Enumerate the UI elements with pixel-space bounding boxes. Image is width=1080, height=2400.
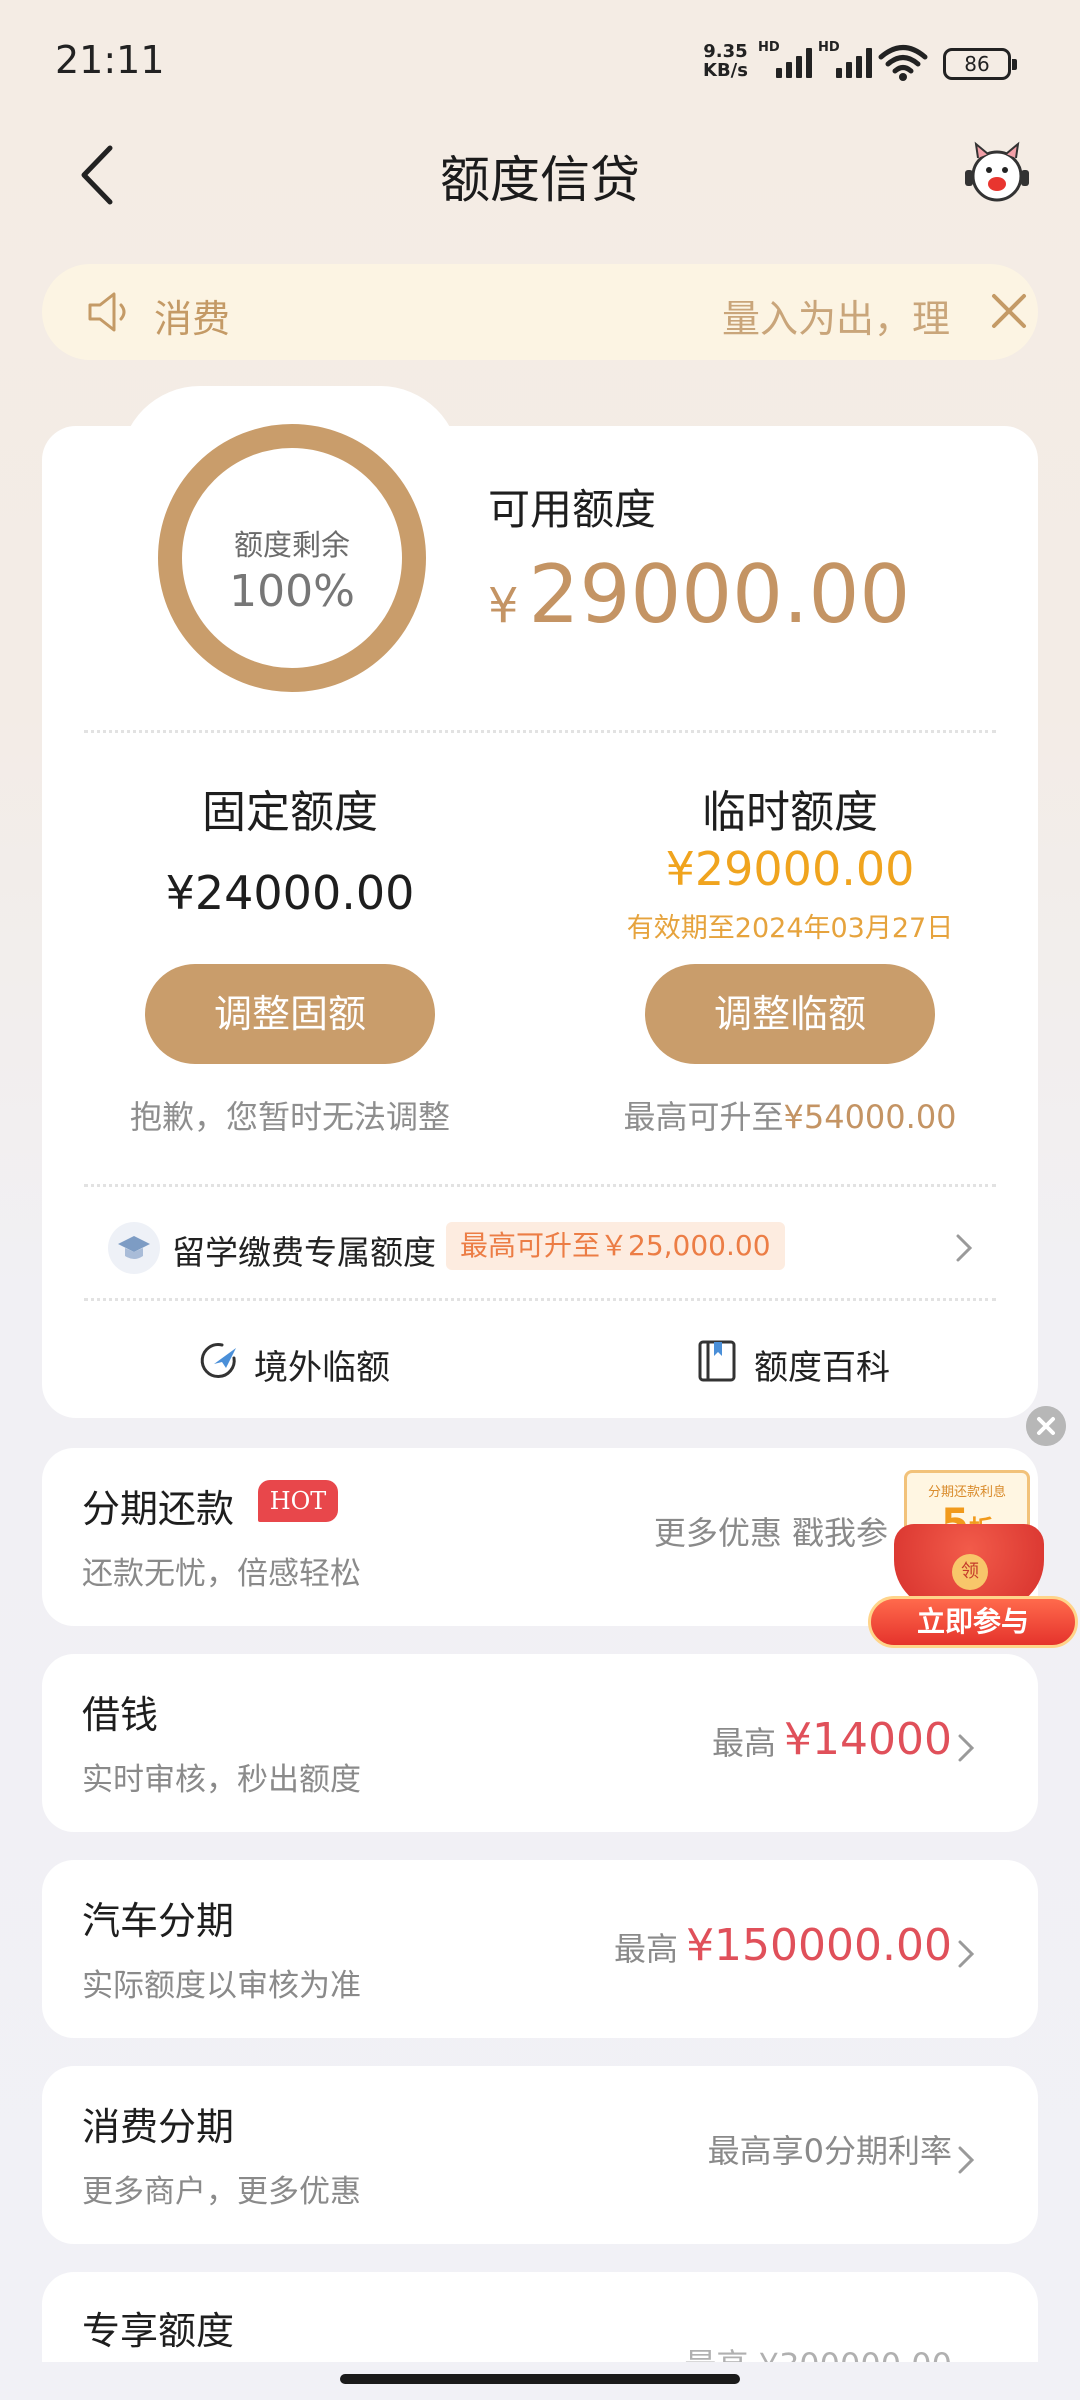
available-label: 可用额度 (488, 485, 657, 534)
study-quota-row[interactable]: 留学缴费专属额度 最高可升至￥25,000.00 (108, 1222, 1008, 1274)
consumer-installment-card[interactable]: 消费分期 更多商户，更多优惠 最高享0分期利率 (42, 2066, 1038, 2244)
card-right-info: 最高 ¥150000.00 (614, 1920, 952, 1971)
card-right-prefix: 最高 (712, 1724, 777, 1762)
card-right-prefix: 最高 (614, 1930, 679, 1968)
status-bar: 21:11 9.35 KB/s HD HD 86 (0, 0, 1080, 120)
fixed-quota-section: 固定额度 (70, 776, 510, 840)
promo-close-icon[interactable] (1026, 1406, 1066, 1446)
home-indicator[interactable] (340, 2374, 740, 2384)
card-title: 专享额度 (82, 2309, 235, 2353)
chevron-right-icon (958, 1734, 975, 1762)
chevron-right-icon (956, 1234, 973, 1262)
card-right-prefix: 更多优惠 戳我参 (653, 1514, 888, 1552)
adjust-temp-button[interactable]: 调整临额 (645, 964, 935, 1064)
notice-message: 量入为出，理 (722, 297, 951, 341)
promo-float-banner[interactable]: 分期还款利息 5折 领 立即参与 (864, 1462, 1080, 1652)
temp-note-prefix: 最高可升至 (623, 1098, 784, 1136)
promo-coupon-title: 分期还款利息 (927, 1485, 1006, 1500)
card-right-amount: ¥150000.00 (686, 1920, 952, 1971)
book-icon (698, 1340, 736, 1382)
card-right-info: 更多优惠 戳我参 (654, 1508, 888, 1554)
available-amount-value: 29000.00 (528, 548, 911, 641)
ring-percent: 100% (229, 566, 355, 617)
hot-badge: HOT (258, 1480, 338, 1522)
status-time: 21:11 (55, 38, 165, 82)
chevron-right-icon (958, 1940, 975, 1968)
notice-bar[interactable]: 消费 量入为出，理 (42, 264, 1038, 360)
card-title: 借钱 (82, 1693, 159, 1737)
temp-quota-title: 临时额度 (702, 787, 878, 838)
available-amount: ¥29000.00 (488, 548, 910, 641)
temp-quota-amount: ¥29000.00 (665, 842, 915, 896)
card-right-amount: ¥14000 (784, 1714, 952, 1765)
network-speed-unit: KB/s (703, 60, 748, 81)
fixed-quota-amount: ¥24000.00 (165, 866, 415, 920)
overseas-quota-label: 境外临额 (254, 1348, 390, 1388)
promo-coin: 领 (952, 1554, 988, 1590)
card-subtitle: 更多商户，更多优惠 (82, 2174, 361, 2210)
temp-quota-expiry: 有效期至2024年03月27日 (626, 913, 954, 944)
remaining-ring: 额度剩余 100% (158, 424, 426, 692)
available-currency: ¥ (488, 578, 519, 634)
exclusive-quota-card[interactable]: 专享额度 最高 ¥300000.00 (42, 2272, 1038, 2362)
fixed-quota-title: 固定额度 (202, 787, 378, 838)
overseas-plane-icon (200, 1343, 236, 1378)
card-right-info: 最高 ¥300000.00 (684, 2340, 952, 2362)
notice-label: 消费 (154, 297, 231, 341)
temp-note-amount: ¥54000.00 (783, 1098, 957, 1136)
card-title: 汽车分期 (82, 1899, 235, 1943)
study-quota-label: 留学缴费专属额度 (172, 1233, 436, 1272)
card-right-info: 最高 ¥14000 (712, 1714, 952, 1765)
car-installment-card[interactable]: 汽车分期 实际额度以审核为准 最高 ¥150000.00 (42, 1860, 1038, 2038)
divider (84, 730, 996, 733)
promo-join-button[interactable]: 立即参与 (868, 1596, 1078, 1648)
card-right-info: 最高享0分期利率 (708, 2126, 952, 2172)
temp-quota-section: 临时额度 (570, 776, 1010, 840)
borrow-card[interactable]: 借钱 实时审核，秒出额度 最高 ¥14000 (42, 1654, 1038, 1832)
card-subtitle: 实际额度以审核为准 (82, 1968, 361, 2004)
page-title: 额度信贷 (440, 151, 640, 209)
adjust-fixed-button[interactable]: 调整固额 (145, 964, 435, 1064)
study-quota-tag: 最高可升至￥25,000.00 (446, 1222, 785, 1270)
sim2-signal-icon: HD (818, 40, 876, 80)
card-right-prefix: 最高 ¥300000.00 (684, 2346, 952, 2362)
network-speed: 9.35 KB/s (703, 42, 748, 80)
card-title: 分期还款 (82, 1487, 235, 1531)
overseas-quota-link[interactable]: 境外临额 (196, 1338, 416, 1388)
divider (84, 1184, 996, 1187)
wifi-icon (878, 45, 928, 81)
ring-label: 额度剩余 (233, 528, 350, 562)
battery-icon: 86 (943, 48, 1017, 80)
speaker-icon (88, 292, 126, 332)
network-speed-value: 9.35 (703, 41, 748, 62)
quota-wiki-link[interactable]: 额度百科 (696, 1338, 916, 1388)
divider (84, 1298, 996, 1301)
graduation-cap-icon (108, 1222, 160, 1274)
chevron-right-icon (958, 2146, 975, 2174)
card-right-prefix: 最高享0分期利率 (707, 2132, 952, 2170)
sim1-signal-icon: HD (758, 40, 816, 80)
card-subtitle: 还款无忧，倍感轻松 (82, 1556, 361, 1592)
temp-quota-note: 最高可升至¥54000.00 (570, 1092, 1010, 1138)
card-title: 消费分期 (82, 2105, 235, 2149)
mascot-assistant-icon[interactable] (962, 140, 1032, 206)
fixed-quota-note: 抱歉，您暂时无法调整 (129, 1098, 450, 1136)
quota-wiki-label: 额度百科 (754, 1348, 890, 1388)
close-icon[interactable] (986, 288, 1032, 334)
card-subtitle: 实时审核，秒出额度 (82, 1762, 361, 1798)
